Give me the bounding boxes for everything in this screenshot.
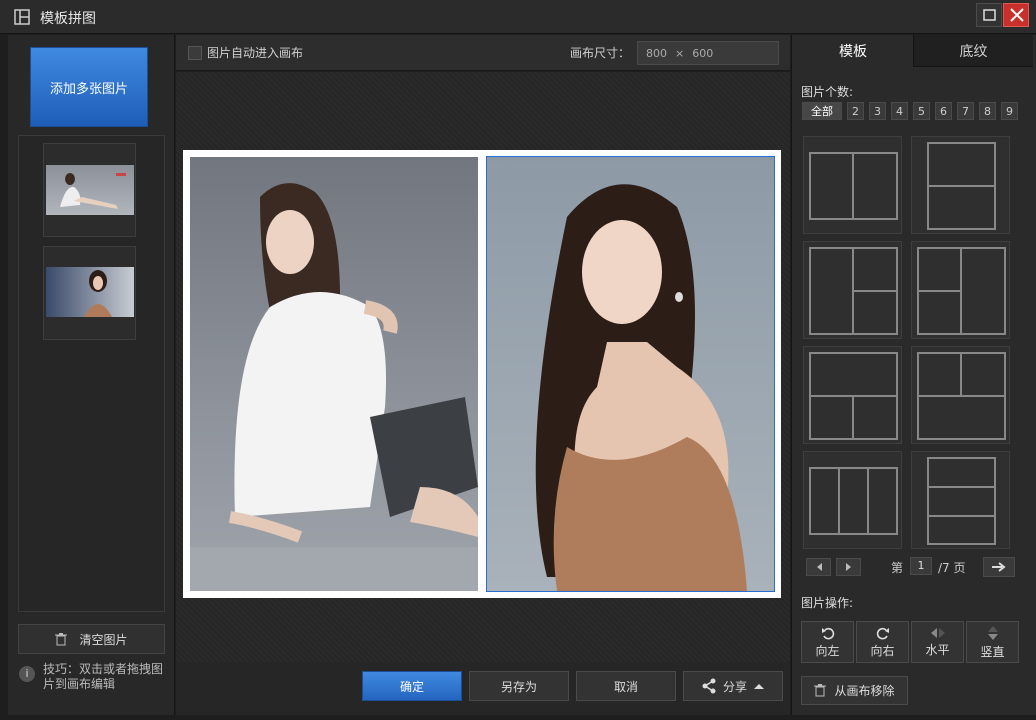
canvas-width[interactable]: 800 — [646, 47, 667, 60]
layout-icon — [809, 467, 898, 535]
info-icon: i — [19, 666, 35, 682]
auto-insert-label: 图片自动进入画布 — [207, 46, 304, 60]
flip-vertical-button[interactable]: 竖直 — [966, 621, 1019, 663]
woman-white-top-photo — [190, 183, 478, 591]
count-filter-9[interactable]: 9 — [1001, 102, 1018, 120]
rotate-left-icon — [821, 627, 834, 639]
clear-images-label: 清空图片 — [79, 632, 128, 647]
trash-icon — [55, 632, 68, 645]
collage-canvas[interactable] — [183, 150, 781, 598]
layout-icon — [809, 247, 898, 335]
canvas-height[interactable]: 600 — [692, 47, 713, 60]
flip-horizontal-icon — [930, 627, 945, 638]
share-label: 分享 — [722, 679, 747, 694]
grid-icon — [14, 9, 30, 25]
arrow-right-icon — [992, 562, 1006, 572]
clear-images-button[interactable]: 清空图片 — [18, 624, 165, 654]
template-3-columns[interactable] — [803, 451, 902, 549]
layout-icon — [809, 352, 898, 440]
tip-text: 技巧：双击或者拖拽图片到画布编辑 — [43, 662, 164, 691]
page-number-input[interactable]: 1 — [910, 557, 932, 575]
tab-template[interactable]: 模板 — [793, 35, 913, 67]
cancel-button[interactable]: 取消 — [576, 671, 676, 701]
thumbnail-item[interactable] — [43, 143, 136, 237]
count-filter-2[interactable]: 2 — [847, 102, 864, 120]
page-total: /7 页 — [938, 561, 966, 575]
thumbnail-list[interactable] — [18, 135, 165, 612]
chevron-left-icon — [816, 563, 822, 571]
photo-thumbnail-icon — [84, 270, 112, 317]
chevron-right-icon — [845, 563, 851, 571]
template-3-bottom-big[interactable] — [911, 346, 1010, 444]
remove-from-canvas-label: 从画布移除 — [834, 684, 895, 698]
template-3-top-big[interactable] — [803, 346, 902, 444]
close-icon — [1010, 8, 1024, 22]
count-filter-7[interactable]: 7 — [957, 102, 974, 120]
flip-horizontal-label: 水平 — [925, 642, 950, 657]
layout-icon — [809, 152, 898, 220]
count-filter-8[interactable]: 8 — [979, 102, 996, 120]
share-icon — [702, 678, 716, 694]
collage-cell-right[interactable] — [486, 156, 775, 592]
canvas-size-field[interactable]: 800 × 600 — [637, 41, 779, 65]
rotate-right-button[interactable]: 向右 — [856, 621, 909, 663]
woman-brown-dress-photo — [535, 184, 747, 591]
save-as-button[interactable]: 另存为 — [469, 671, 569, 701]
auto-insert-checkbox[interactable] — [188, 46, 202, 60]
thumbnail-item[interactable] — [43, 246, 136, 340]
close-button[interactable] — [1003, 3, 1029, 27]
window-title: 模板拼图 — [40, 11, 96, 27]
photo-thumbnail-icon — [60, 173, 126, 209]
prev-page-button[interactable] — [806, 558, 831, 576]
flip-vertical-icon — [987, 625, 998, 640]
maximize-icon — [983, 9, 996, 21]
layout-icon — [917, 352, 1006, 440]
maximize-button[interactable] — [976, 3, 1002, 27]
confirm-button[interactable]: 确定 — [362, 671, 462, 701]
count-filter-all[interactable]: 全部 — [802, 102, 842, 120]
remove-from-canvas-button[interactable]: 从画布移除 — [801, 676, 908, 705]
next-page-button[interactable] — [836, 558, 861, 576]
chevron-up-icon — [754, 684, 764, 689]
layout-icon — [917, 247, 1006, 335]
page-prefix: 第 — [891, 561, 904, 575]
flip-horizontal-button[interactable]: 水平 — [911, 621, 964, 663]
canvas-size-label: 画布尺寸： — [570, 46, 631, 60]
template-3-right-big[interactable] — [911, 241, 1010, 339]
thumbnail-image — [46, 165, 134, 215]
layout-icon — [927, 142, 996, 230]
count-filter-6[interactable]: 6 — [935, 102, 952, 120]
template-3-left-big[interactable] — [803, 241, 902, 339]
title-bar — [0, 0, 1036, 34]
count-filter-5[interactable]: 5 — [913, 102, 930, 120]
trash-icon — [814, 684, 827, 697]
image-ops-label: 图片操作: — [801, 596, 854, 610]
times-sign: × — [675, 46, 685, 60]
rotate-left-label: 向左 — [815, 643, 840, 658]
tab-texture[interactable]: 底纹 — [913, 35, 1033, 67]
rotate-right-icon — [876, 627, 889, 639]
template-2-vertical[interactable] — [803, 136, 902, 234]
add-images-button[interactable]: 添加多张图片 — [30, 47, 148, 127]
flip-vertical-label: 竖直 — [980, 644, 1005, 659]
layout-icon — [927, 457, 996, 545]
count-filter-3[interactable]: 3 — [869, 102, 886, 120]
thumbnail-image — [46, 267, 134, 317]
image-count-label: 图片个数: — [801, 85, 854, 99]
collage-cell-left[interactable] — [190, 157, 478, 591]
go-page-button[interactable] — [983, 557, 1015, 577]
rotate-right-label: 向右 — [870, 643, 895, 658]
template-2-horizontal[interactable] — [911, 136, 1010, 234]
rotate-left-button[interactable]: 向左 — [801, 621, 854, 663]
count-filter-4[interactable]: 4 — [891, 102, 908, 120]
share-button[interactable]: 分享 — [683, 671, 783, 701]
template-3-rows[interactable] — [911, 451, 1010, 549]
